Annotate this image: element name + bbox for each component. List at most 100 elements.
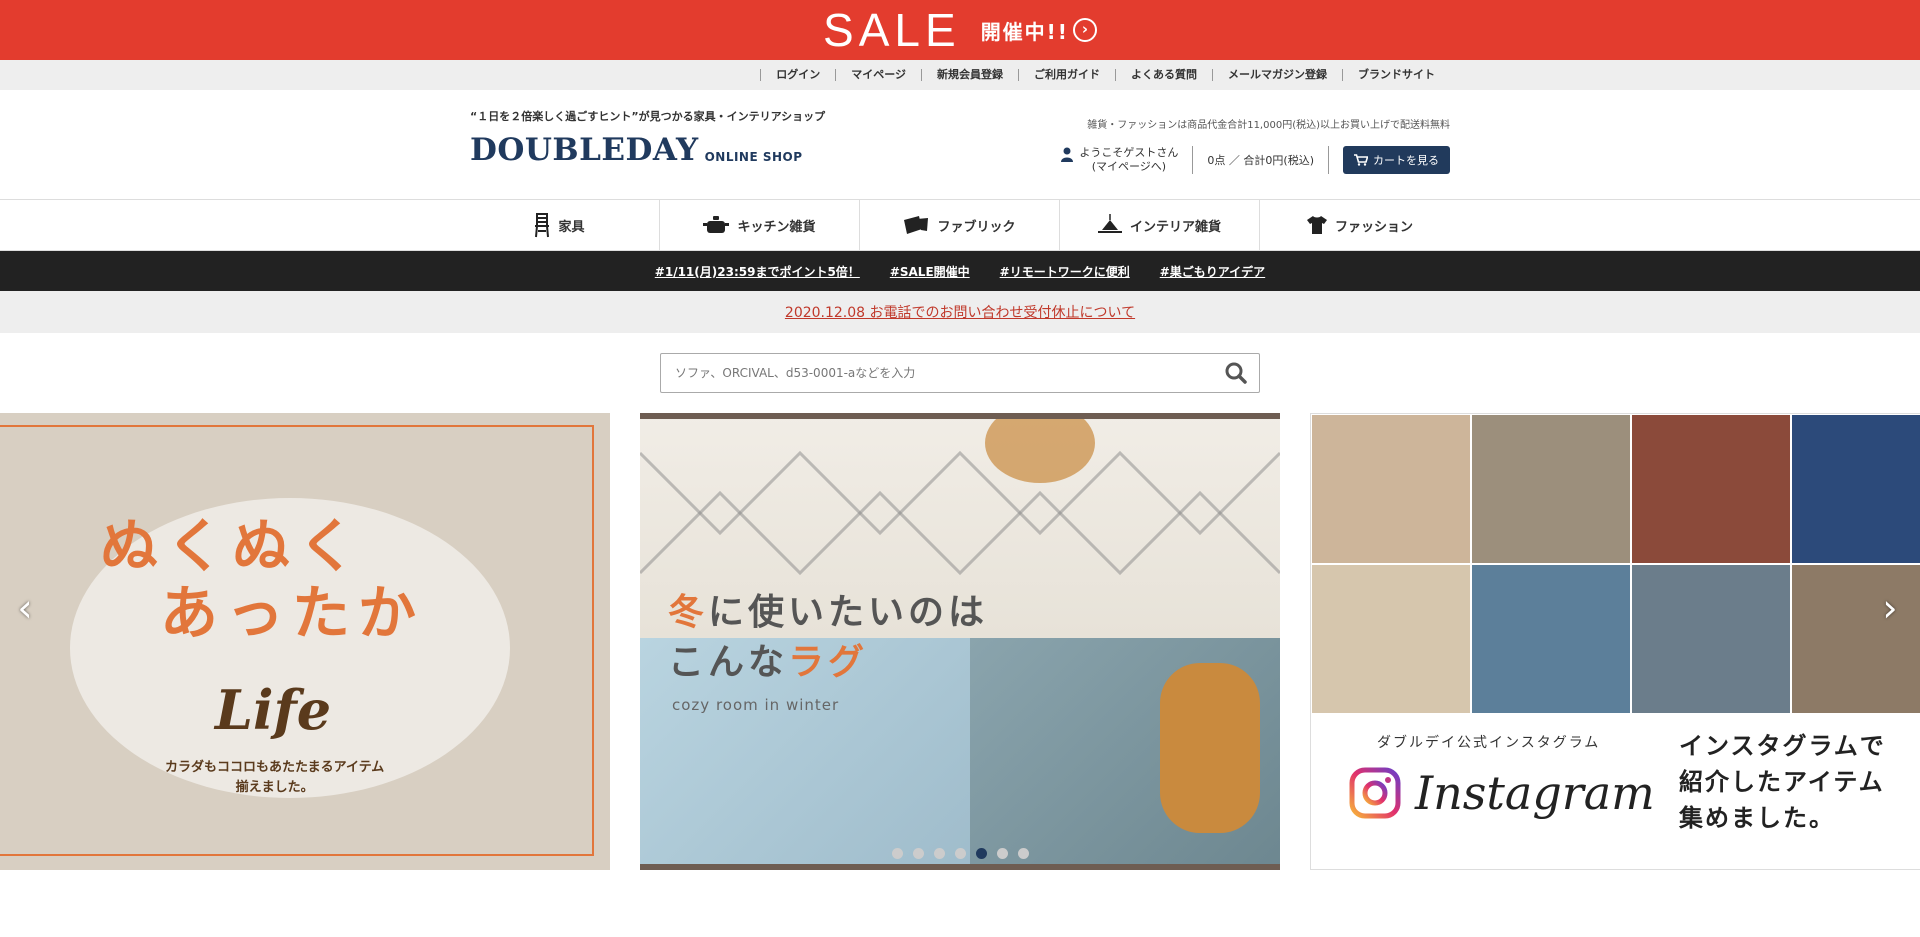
carousel-dot[interactable] (891, 848, 903, 859)
category-furniture[interactable]: 家具 (460, 200, 660, 250)
logo-subtext: ONLINE SHOP (704, 150, 803, 164)
carousel-dot[interactable] (954, 848, 966, 859)
carousel-dot[interactable] (933, 848, 945, 859)
slide-border (640, 413, 1280, 419)
category-label: ファッション (1334, 219, 1413, 235)
instagram-headline-line: 集めました。 (1679, 804, 1835, 832)
category-label: ファブリック (937, 219, 1016, 235)
carousel-dot[interactable] (996, 848, 1008, 859)
slide-title-part: こんな (668, 642, 789, 683)
sale-subtitle: 開催中!! (980, 19, 1069, 44)
category-nav: 家具 キッチン雑貨 ファブリック インテリア雑貨 ファッション (0, 200, 1920, 251)
category-label: 家具 (558, 219, 585, 235)
slide-subtitle-line: カラダもココロもあたたまるアイテム (165, 760, 385, 775)
chair-icon (535, 213, 550, 238)
hashtag-link[interactable]: #リモートワークに便利 (1000, 263, 1130, 280)
slide-instagram[interactable]: ダブルデイ公式インスタグラム Instagram インスタグラムで 紹介したアイ… (1310, 413, 1920, 870)
instagram-icon (1349, 767, 1401, 819)
photo-tile (1471, 564, 1631, 714)
mypage-link-text: (マイページへ) (1091, 160, 1167, 173)
mypage-link[interactable]: マイページ (835, 69, 921, 81)
user-greeting-text: ようこそゲストさん (1079, 146, 1179, 159)
instagram-promo: ダブルデイ公式インスタグラム Instagram インスタグラムで 紹介したアイ… (1311, 714, 1920, 869)
cart-summary: 0点 ／ 合計0円(税込) (1207, 154, 1314, 167)
pot-icon (703, 216, 730, 233)
slide-warm-life[interactable]: ぬくぬく あったか Life カラダもココロもあたたまるアイテム 揃えました。 (0, 413, 610, 870)
view-cart-button[interactable]: カートを見る (1343, 146, 1450, 174)
category-kitchen[interactable]: キッチン雑貨 (660, 200, 860, 250)
search-box (660, 353, 1260, 393)
guide-link[interactable]: ご利用ガイド (1018, 69, 1115, 81)
search-icon[interactable] (1225, 362, 1247, 384)
shipping-note: 雑貨・ファッションは商品代金合計11,000円(税込)以上お買い上げで配送料無料 (1087, 120, 1450, 131)
divider (1192, 146, 1194, 174)
hashtag-bar: #1/11(月)23:59までポイント5倍！ #SALE開催中 #リモートワーク… (0, 251, 1920, 291)
category-fabric[interactable]: ファブリック (860, 200, 1060, 250)
hashtag-link[interactable]: #SALE開催中 (890, 263, 970, 280)
slide-title-accent: 冬 (668, 592, 709, 633)
carousel-prev-button[interactable]: ‹ (10, 583, 40, 633)
photo-tile (1791, 414, 1920, 564)
photo-tile (1311, 414, 1471, 564)
photo-tile (1631, 564, 1791, 714)
cart-icon (1354, 154, 1368, 166)
notice-link[interactable]: 2020.12.08 お電話でのお問い合わせ受付休止について (785, 302, 1135, 322)
hashtag-link[interactable]: #1/11(月)23:59までポイント5倍！ (655, 263, 860, 280)
faq-link[interactable]: よくある質問 (1115, 69, 1212, 81)
instagram-wordmark: Instagram (1415, 766, 1655, 820)
instagram-caption: ダブルデイ公式インスタグラム (1377, 735, 1601, 751)
slide-subtitle: カラダもココロもあたたまるアイテム 揃えました。 (165, 758, 384, 798)
tagline: “１日を２倍楽しく過ごすヒント”が見つかる家具・インテリアショップ (470, 110, 826, 123)
login-link[interactable]: ログイン (760, 69, 835, 81)
register-link[interactable]: 新規会員登録 (921, 69, 1018, 81)
slide-title-line: ぬくぬく (100, 512, 365, 580)
slide-title-part: に使いたいのは (708, 592, 989, 633)
carousel-next-button[interactable]: › (1875, 583, 1905, 633)
slide-border (640, 864, 1280, 870)
instagram-headline-line: 紹介したアイテム (1679, 768, 1885, 796)
divider (1328, 146, 1329, 174)
utility-bar: ログイン マイページ 新規会員登録 ご利用ガイド よくある質問 メールマガジン登… (0, 60, 1920, 90)
sale-title: SALE (823, 4, 961, 56)
photo-tile (1471, 414, 1631, 564)
carousel-dot[interactable] (1017, 848, 1029, 859)
slide-winter-rug[interactable]: 冬に使いたいのは こんなラグ cozy room in winter (640, 413, 1280, 870)
brand-site-link[interactable]: ブランドサイト (1342, 69, 1450, 81)
arrow-circle-icon: › (1072, 18, 1097, 42)
carousel-dot[interactable] (975, 848, 987, 859)
tshirt-icon (1306, 216, 1327, 234)
site-logo[interactable]: DOUBLEDAY ONLINE SHOP (470, 135, 803, 166)
logo-text: DOUBLEDAY (470, 132, 699, 168)
view-cart-label: カートを見る (1373, 154, 1439, 167)
photo-tile (1311, 564, 1471, 714)
site-header: “１日を２倍楽しく過ごすヒント”が見つかる家具・インテリアショップ DOUBLE… (0, 90, 1920, 200)
instagram-headline: インスタグラムで 紹介したアイテム 集めました。 (1679, 728, 1886, 836)
user-icon (1061, 147, 1074, 166)
category-label: キッチン雑貨 (737, 219, 816, 235)
photo-tile (1631, 414, 1791, 564)
category-fashion[interactable]: ファッション (1260, 200, 1460, 250)
cushion-icon (904, 216, 929, 234)
lamp-icon (1097, 214, 1122, 233)
basket-image (1160, 663, 1260, 833)
slide-title-line: あったか (160, 578, 425, 647)
photo-grid (1311, 414, 1920, 714)
slide-subtitle-line: 揃えました。 (235, 780, 314, 795)
notice-bar: 2020.12.08 お電話でのお問い合わせ受付休止について (0, 291, 1920, 333)
sale-banner[interactable]: SALE 開催中!! › (0, 0, 1920, 60)
instagram-headline-line: インスタグラムで (1679, 732, 1886, 760)
category-interior[interactable]: インテリア雑貨 (1060, 200, 1260, 250)
user-greeting[interactable]: ようこそゲストさん (マイページへ) (1061, 146, 1178, 174)
slide-caption: cozy room in winter (672, 696, 840, 714)
slide-title-accent: ラグ (788, 642, 869, 683)
hashtag-link[interactable]: #巣ごもりアイデア (1160, 263, 1265, 280)
newsletter-link[interactable]: メールマガジン登録 (1212, 69, 1342, 81)
slide-title: 冬に使いたいのは こんなラグ (668, 588, 988, 688)
category-label: インテリア雑貨 (1129, 219, 1221, 235)
carousel-dots (0, 848, 1920, 859)
hero-carousel: ぬくぬく あったか Life カラダもココロもあたたまるアイテム 揃えました。 … (0, 413, 1920, 870)
slide-title: ぬくぬく あったか (100, 513, 424, 646)
carousel-dot[interactable] (912, 848, 924, 859)
slide-life-text: Life (215, 678, 332, 742)
search-input[interactable] (675, 366, 1225, 380)
